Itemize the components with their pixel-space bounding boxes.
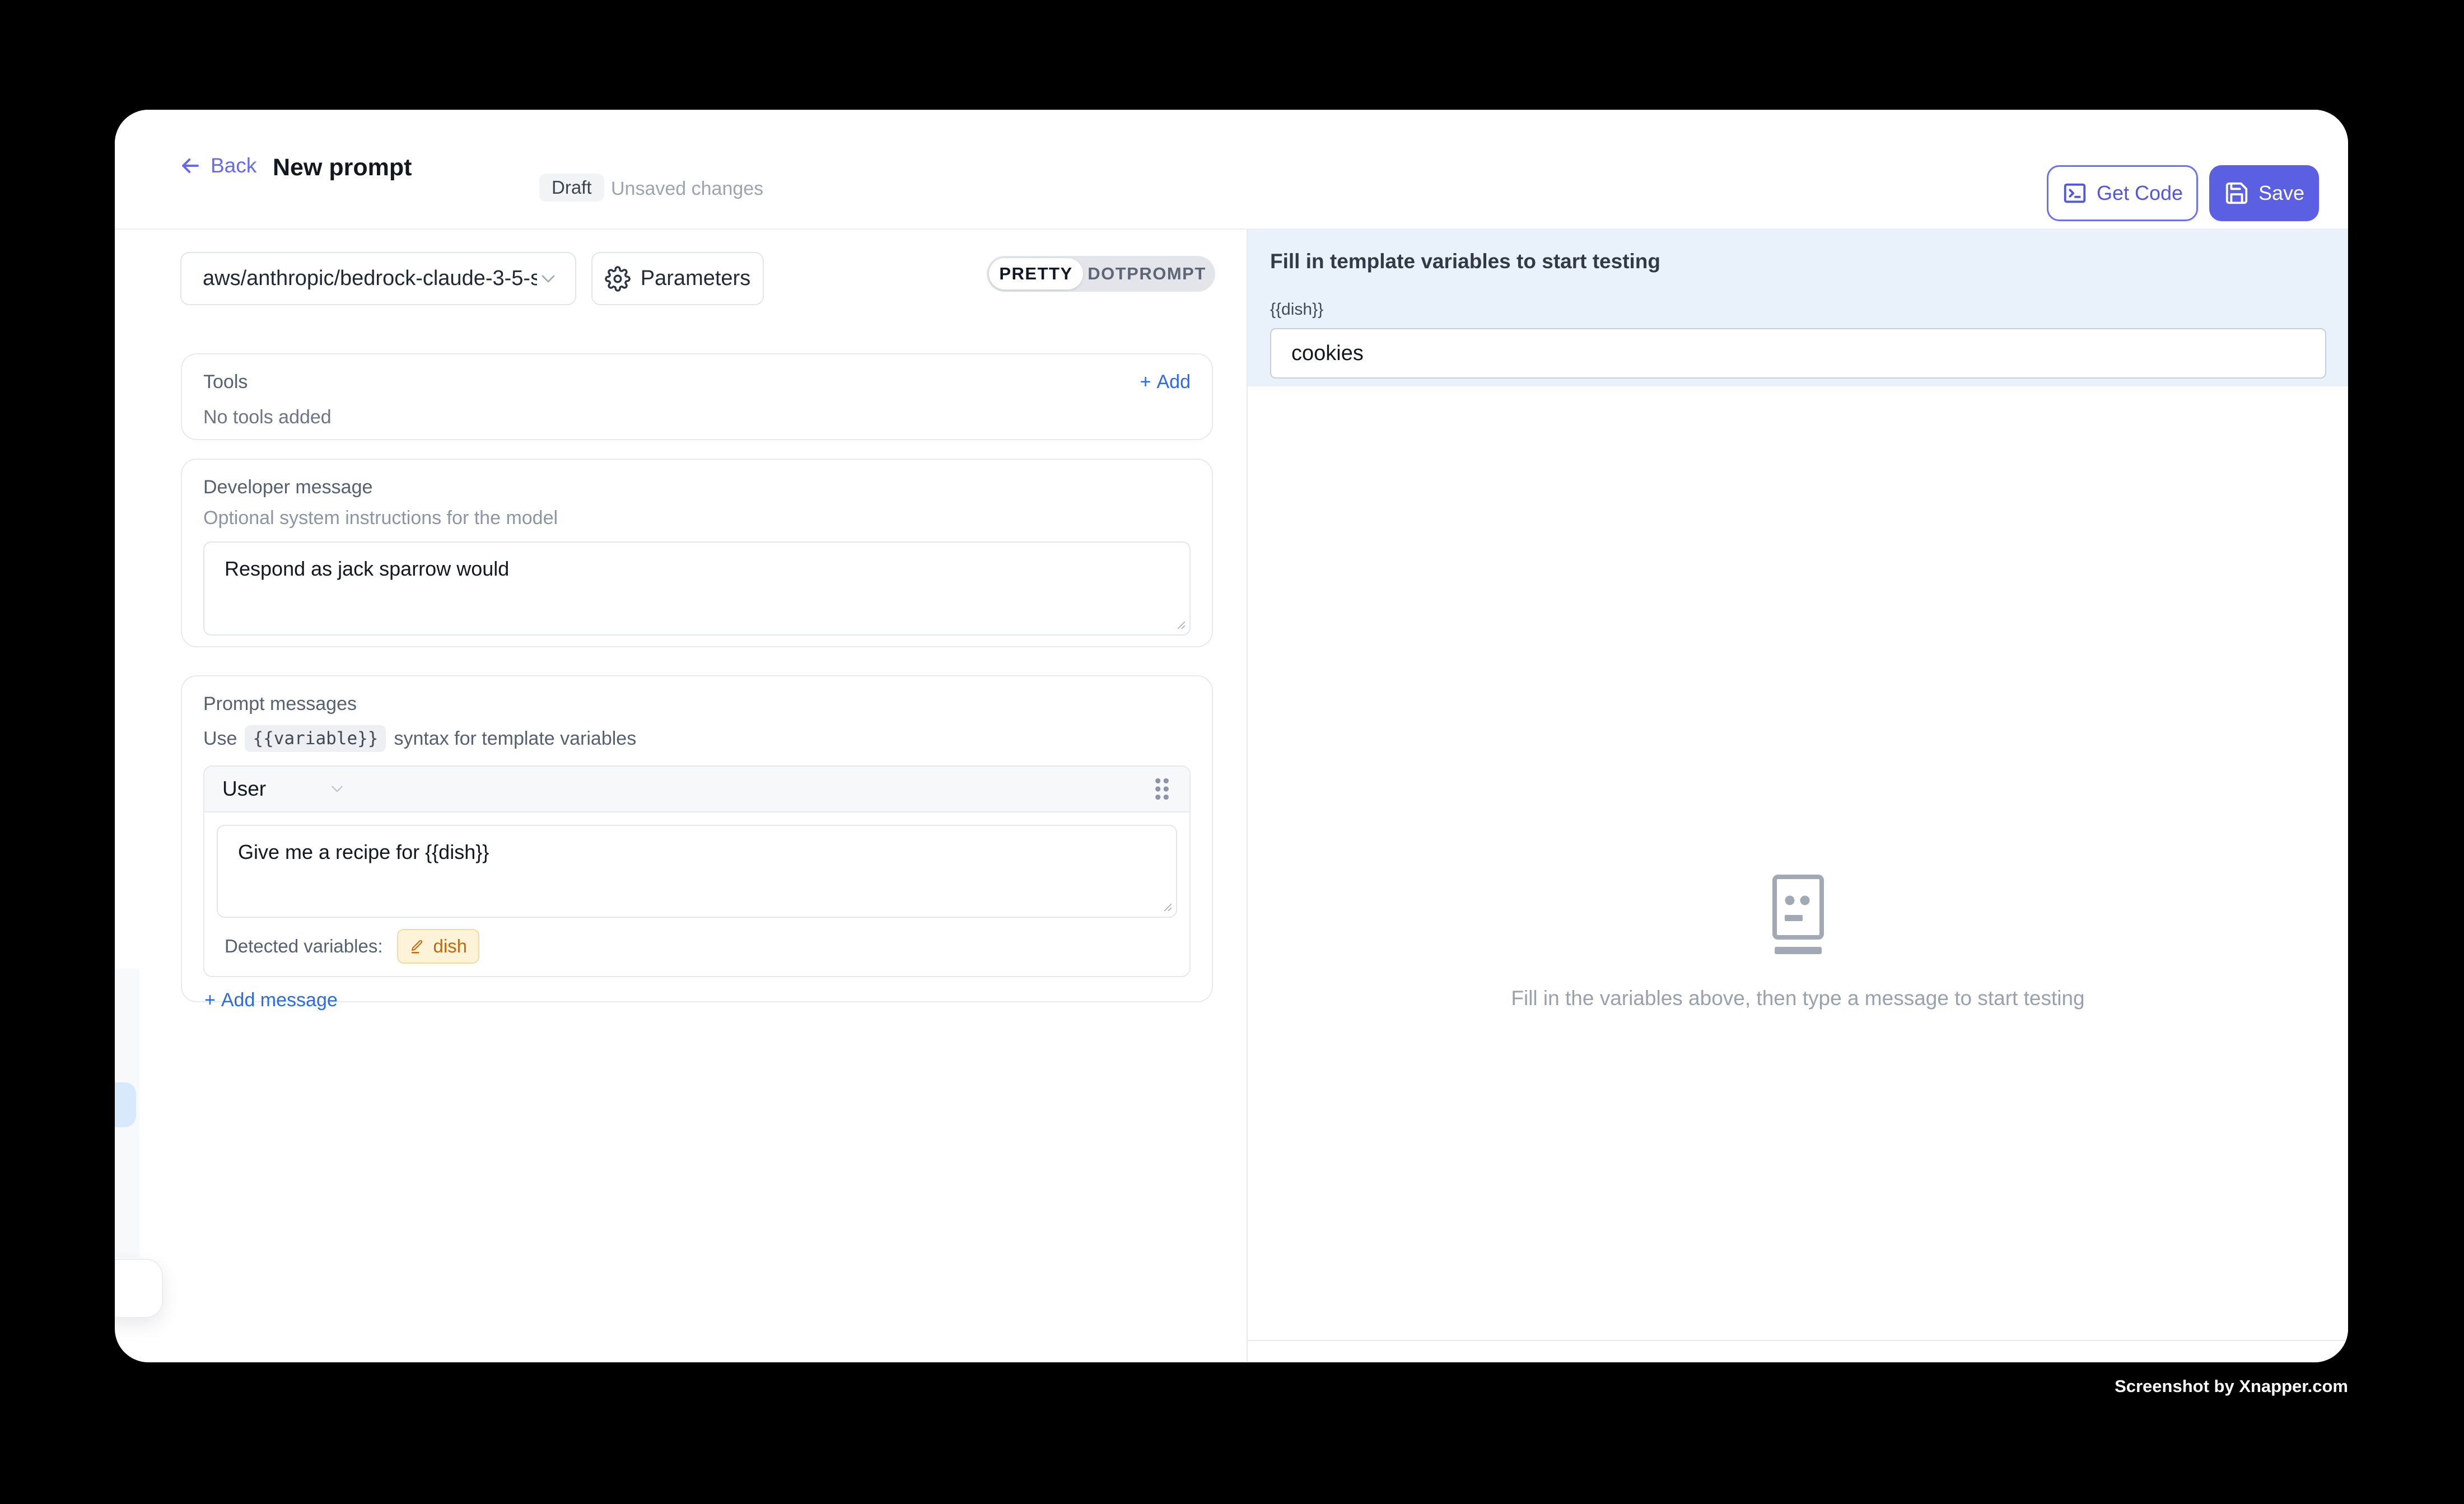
pencil-icon	[409, 938, 426, 955]
model-select-value: aws/anthropic/bedrock-claude-3-5-s...	[203, 267, 537, 291]
template-syntax-hint: Use {{variable}} syntax for template var…	[203, 725, 1191, 752]
toggle-pretty[interactable]: PRETTY	[989, 258, 1083, 289]
save-label: Save	[2258, 181, 2304, 205]
detected-variables-label: Detected variables:	[225, 936, 382, 957]
chat-divider	[1248, 1340, 2348, 1341]
page-title: New prompt	[273, 154, 412, 181]
developer-message-card: Developer message Optional system instru…	[181, 459, 1213, 647]
variable-name-label: {{dish}}	[1270, 300, 2323, 319]
test-panel: Fill in template variables to start test…	[1247, 230, 2348, 1362]
message-role-value: User	[222, 777, 266, 801]
save-button[interactable]: Save	[2209, 165, 2319, 221]
message-header: User	[204, 767, 1189, 812]
template-variables-title: Fill in template variables to start test…	[1270, 250, 2323, 273]
chevron-down-icon	[537, 268, 559, 290]
save-floppy-icon	[2224, 180, 2250, 206]
header: Back New prompt Draft Unsaved changes Ge…	[115, 110, 2348, 230]
developer-message-title: Developer message	[203, 477, 1191, 498]
plus-icon: +	[1140, 371, 1151, 393]
back-label: Back	[211, 154, 256, 178]
hint-prefix: Use	[203, 728, 237, 750]
chat-empty-text: Fill in the variables above, then type a…	[1511, 987, 2084, 1010]
tools-card: Tools + Add No tools added	[181, 353, 1213, 440]
add-tool-button[interactable]: + Add	[1140, 371, 1191, 393]
tools-empty-text: No tools added	[203, 407, 1191, 428]
add-message-button[interactable]: + Add message	[204, 989, 338, 1011]
add-tool-label: Add	[1157, 371, 1191, 393]
unsaved-changes-text: Unsaved changes	[611, 178, 763, 200]
hint-suffix: syntax for template variables	[394, 728, 636, 750]
gear-icon	[605, 266, 631, 292]
parameters-button[interactable]: Parameters	[591, 252, 764, 305]
model-select[interactable]: aws/anthropic/bedrock-claude-3-5-s...	[180, 252, 576, 305]
app-window: Back New prompt Draft Unsaved changes Ge…	[115, 110, 2348, 1362]
message-block: User Give me a r	[203, 765, 1191, 977]
chat-empty-state: Fill in the variables above, then type a…	[1248, 874, 2348, 1010]
status-badge: Draft	[539, 174, 604, 202]
variable-chip-label: dish	[433, 936, 467, 957]
get-code-label: Get Code	[2097, 181, 2183, 205]
variable-chip-dish[interactable]: dish	[397, 929, 479, 964]
parameters-label: Parameters	[641, 267, 750, 291]
detected-variables-row: Detected variables: dish	[217, 929, 1177, 964]
template-variables-section: Fill in template variables to start test…	[1248, 230, 2348, 386]
chevron-down-icon	[328, 779, 347, 798]
message-role-select[interactable]: User	[222, 777, 347, 801]
developer-message-textarea[interactable]: Respond as jack sparrow would	[203, 541, 1191, 636]
developer-message-subtitle: Optional system instructions for the mod…	[203, 507, 1191, 529]
variable-value-input[interactable]	[1270, 328, 2326, 379]
add-message-label: Add message	[221, 989, 338, 1011]
get-code-button[interactable]: Get Code	[2047, 165, 2198, 221]
prompt-messages-title: Prompt messages	[203, 693, 1191, 715]
variable-syntax-chip: {{variable}}	[245, 725, 386, 752]
message-body: Give me a recipe for {{dish}} Detected v…	[204, 812, 1189, 976]
plus-icon: +	[204, 989, 216, 1011]
sidebar-selected-item[interactable]	[115, 1082, 136, 1127]
view-mode-toggle: PRETTY DOTPROMPT	[987, 256, 1215, 292]
popup-fragment	[115, 1259, 163, 1318]
robot-icon	[1763, 874, 1833, 957]
terminal-icon	[2062, 180, 2088, 206]
prompt-messages-card: Prompt messages Use {{variable}} syntax …	[181, 675, 1213, 1002]
drag-handle-icon[interactable]	[1152, 777, 1172, 801]
back-button[interactable]: Back	[178, 153, 256, 178]
watermark-text: Screenshot by Xnapper.com	[2115, 1376, 2348, 1396]
message-textarea[interactable]: Give me a recipe for {{dish}}	[217, 825, 1177, 918]
back-arrow-icon	[178, 153, 203, 178]
toggle-dotprompt[interactable]: DOTPROMPT	[1083, 258, 1211, 289]
tools-title: Tools	[203, 371, 248, 393]
